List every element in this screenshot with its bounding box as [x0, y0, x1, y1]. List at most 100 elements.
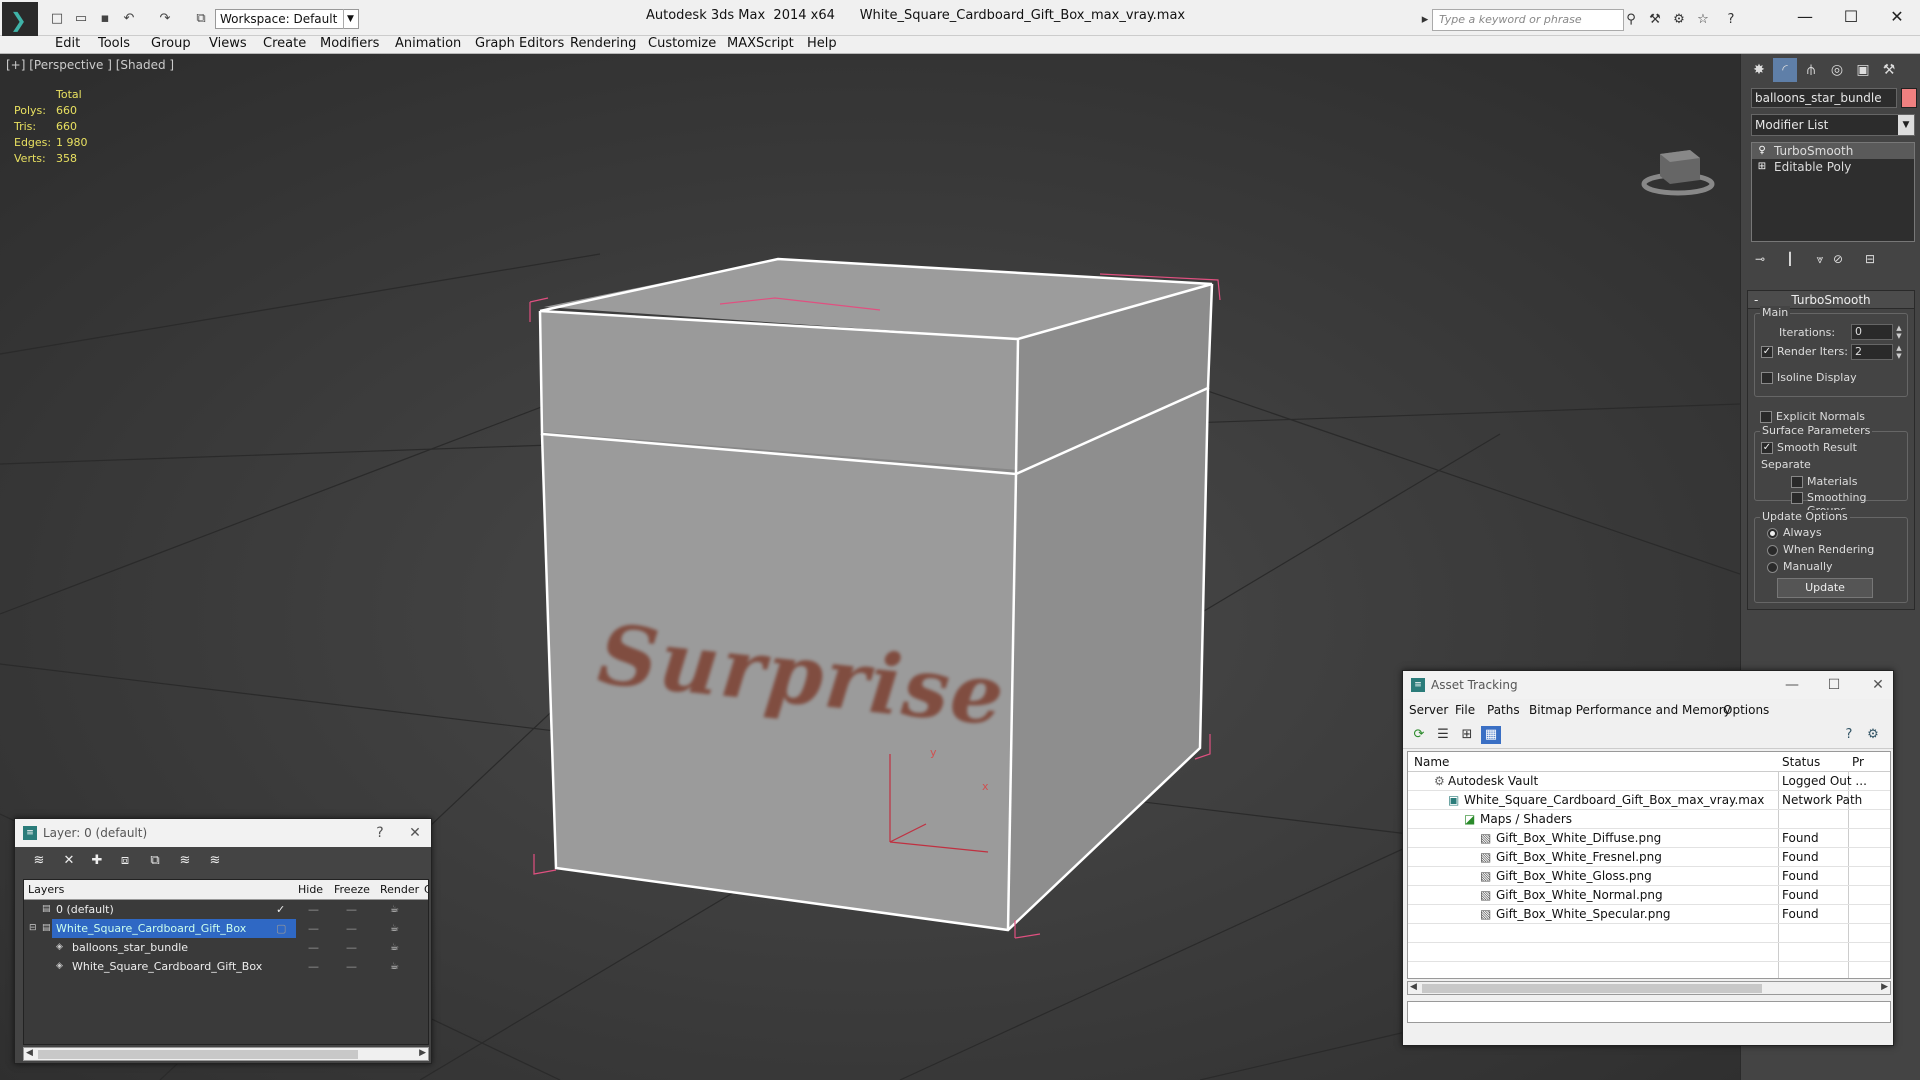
layer-row[interactable]: ⊟ ▤ White_Square_Cardboard_Gift_Box ▢ — …	[24, 919, 428, 938]
menu-modifiers[interactable]: Modifiers	[320, 37, 379, 51]
hide-all-layers-icon[interactable]: ≋	[175, 852, 195, 870]
layer-stack-icon[interactable]: ≋	[29, 852, 49, 870]
search-expand-icon[interactable]: ▸	[1420, 11, 1430, 29]
layer-row[interactable]: ◈ balloons_star_bundle — — ☕	[24, 938, 428, 957]
scroll-right-icon[interactable]: ▶	[419, 1048, 426, 1058]
iterations-spinner[interactable]: 0	[1851, 324, 1893, 340]
active-layer-check-icon[interactable]: ✓	[276, 900, 290, 919]
display-tab-icon[interactable]: ▣	[1851, 58, 1875, 82]
stack-item-editable-poly[interactable]: ⊞ Editable Poly	[1752, 159, 1914, 175]
asset-row[interactable]: ▧ Gift_Box_White_Fresnel.png Found	[1408, 848, 1890, 867]
freeze-toggle[interactable]: —	[346, 957, 360, 976]
open-file-icon[interactable]: ▭	[72, 10, 90, 28]
menu-maxscript[interactable]: MAXScript	[727, 37, 794, 51]
viewport-label[interactable]: [+] [Perspective ] [Shaded ]	[6, 58, 174, 72]
object-color-swatch[interactable]	[1901, 88, 1917, 108]
when-rendering-radio[interactable]	[1767, 545, 1778, 556]
hide-toggle[interactable]: —	[308, 957, 322, 976]
asset-row[interactable]: ▧ Gift_Box_White_Normal.png Found	[1408, 886, 1890, 905]
scroll-right-icon[interactable]: ▶	[1881, 982, 1888, 992]
layer-row[interactable]: ▤ 0 (default) ✓ — — ☕	[24, 900, 428, 919]
workspace-dropdown[interactable]: Workspace: Default	[215, 9, 359, 29]
asset-row[interactable]: ▣ White_Square_Cardboard_Gift_Box_max_vr…	[1408, 791, 1890, 810]
col-extra[interactable]: C	[424, 883, 428, 896]
maximize-icon[interactable]: ☐	[1828, 3, 1874, 31]
workspace-expand-icon[interactable]: ▼	[343, 9, 357, 29]
menu-edit[interactable]: Edit	[55, 37, 80, 51]
layer-panel-titlebar[interactable]: ≡ Layer: 0 (default) ? ✕	[15, 819, 431, 847]
asset-row[interactable]: ▧ Gift_Box_White_Specular.png Found	[1408, 905, 1890, 924]
binoculars-icon[interactable]: ⚲	[1622, 11, 1640, 29]
help-icon[interactable]: ?	[1722, 11, 1740, 29]
minimize-icon[interactable]: —	[1782, 3, 1828, 31]
make-unique-icon[interactable]: ⩔	[1811, 250, 1829, 268]
object-name-field[interactable]: balloons_star_bundle	[1751, 88, 1897, 108]
menu-create[interactable]: Create	[263, 37, 306, 51]
asset-row[interactable]: ▧ Gift_Box_White_Gloss.png Found	[1408, 867, 1890, 886]
col-layers[interactable]: Layers	[28, 883, 64, 896]
scroll-left-icon[interactable]: ◀	[26, 1048, 33, 1058]
render-iters-spinner[interactable]: 2	[1851, 344, 1893, 360]
materials-checkbox[interactable]	[1791, 476, 1803, 488]
menu-views[interactable]: Views	[209, 37, 247, 51]
menu-graph-editors[interactable]: Graph Editors	[475, 37, 564, 51]
hierarchy-tab-icon[interactable]: ⫛	[1799, 58, 1823, 82]
menu-tools[interactable]: Tools	[98, 37, 130, 51]
layer-horizontal-scrollbar[interactable]: ◀ ▶	[23, 1047, 429, 1061]
freeze-toggle[interactable]: —	[346, 919, 360, 938]
asset-path-field[interactable]	[1407, 1001, 1891, 1023]
asset-menu-bitmap[interactable]: Bitmap Performance and Memory	[1529, 703, 1731, 717]
help-icon[interactable]: ?	[1839, 726, 1859, 744]
asset-row[interactable]: ◪ Maps / Shaders	[1408, 810, 1890, 829]
project-folder-icon[interactable]: ⧉	[192, 10, 210, 28]
render-iters-checkbox[interactable]: ✓	[1761, 346, 1773, 358]
menu-customize[interactable]: Customize	[648, 37, 716, 51]
col-hide[interactable]: Hide	[298, 883, 323, 896]
smoothing-groups-checkbox[interactable]	[1791, 492, 1803, 504]
help-icon[interactable]: ?	[365, 819, 395, 847]
hide-toggle[interactable]: —	[308, 919, 322, 938]
delete-layer-icon[interactable]: ✕	[59, 852, 79, 870]
col-render[interactable]: Render	[380, 883, 419, 896]
scrollbar-thumb[interactable]	[38, 1050, 358, 1059]
render-teapot-icon[interactable]: ☕	[390, 919, 404, 938]
asset-menu-file[interactable]: File	[1455, 703, 1475, 717]
refresh-icon[interactable]: ⟳	[1409, 726, 1429, 744]
manually-radio[interactable]	[1767, 562, 1778, 573]
render-teapot-icon[interactable]: ☕	[390, 900, 404, 919]
col-status[interactable]: Status	[1782, 755, 1820, 769]
layer-row[interactable]: ◈ White_Square_Cardboard_Gift_Box — — ☕	[24, 957, 428, 976]
communication-icon[interactable]: ⚙	[1670, 11, 1688, 29]
asset-menu-options[interactable]: Options	[1723, 703, 1769, 717]
utilities-tab-icon[interactable]: ⚒	[1877, 58, 1901, 82]
explicit-normals-checkbox[interactable]	[1760, 411, 1772, 423]
scroll-left-icon[interactable]: ◀	[1410, 982, 1417, 992]
menu-rendering[interactable]: Rendering	[570, 37, 636, 51]
app-logo-button[interactable]: ❯	[2, 2, 38, 38]
asset-row[interactable]: ⚙ Autodesk Vault Logged Out ...	[1408, 772, 1890, 791]
expand-minus-icon[interactable]: ⊟	[29, 923, 39, 934]
menu-animation[interactable]: Animation	[395, 37, 461, 51]
close-icon[interactable]: ✕	[400, 819, 430, 847]
asset-menu-paths[interactable]: Paths	[1487, 703, 1520, 717]
highlight-layer-icon[interactable]: ⧉	[145, 852, 165, 870]
asset-menu-server[interactable]: Server	[1409, 703, 1448, 717]
always-radio[interactable]	[1767, 528, 1778, 539]
render-teapot-icon[interactable]: ☕	[390, 957, 404, 976]
spinner-arrows-icon[interactable]: ▲ ▼	[1894, 324, 1904, 340]
asset-row[interactable]: ▧ Gift_Box_White_Diffuse.png Found	[1408, 829, 1890, 848]
redo-icon[interactable]: ↷	[156, 10, 174, 28]
search-input[interactable]: Type a keyword or phrase	[1432, 9, 1624, 31]
smooth-result-checkbox[interactable]: ✓	[1761, 442, 1773, 454]
stack-item-turbosmooth[interactable]: ♀ TurboSmooth	[1752, 143, 1914, 159]
freeze-all-layers-icon[interactable]: ≋	[205, 852, 225, 870]
isoline-checkbox[interactable]	[1761, 372, 1773, 384]
col-name[interactable]: Name	[1414, 755, 1449, 769]
favorites-star-icon[interactable]: ☆	[1694, 11, 1712, 29]
modify-tab-icon[interactable]: ◜	[1773, 58, 1797, 82]
configure-sets-icon[interactable]: ⊟	[1861, 250, 1879, 268]
close-icon[interactable]: ✕	[1863, 671, 1893, 699]
add-layer-icon[interactable]: ✚	[87, 852, 107, 870]
hide-toggle[interactable]: —	[308, 938, 322, 957]
menu-group[interactable]: Group	[151, 37, 191, 51]
